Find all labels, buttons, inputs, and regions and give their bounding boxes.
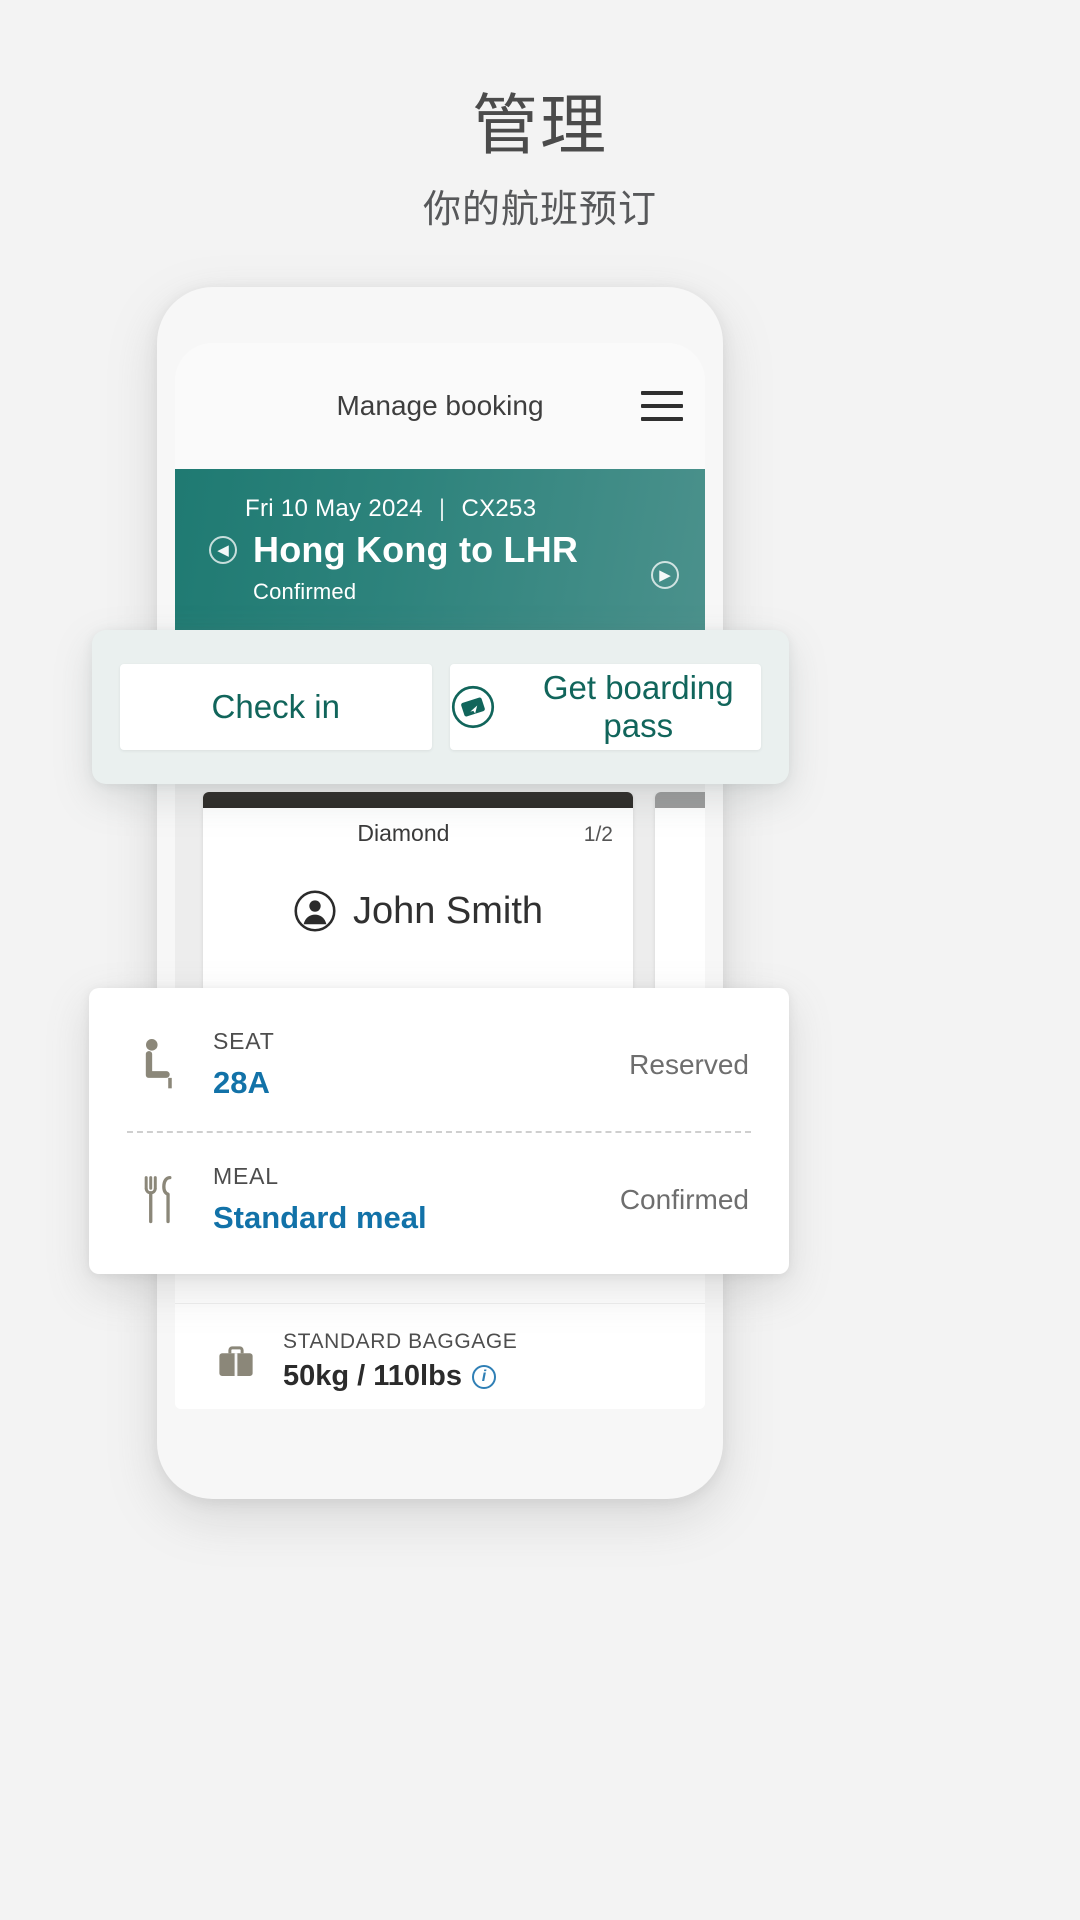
passenger-name: John Smith bbox=[352, 889, 544, 932]
flight-date: Fri 10 May 2024 bbox=[245, 495, 423, 522]
flight-status: Confirmed bbox=[253, 579, 357, 604]
flight-banner[interactable]: Fri 10 May 2024 | CX253 ◀ Hong Kong to L… bbox=[175, 469, 705, 635]
phone-mockup: Manage booking Fri 10 May 2024 | CX253 ◀… bbox=[157, 287, 723, 1499]
meal-cutlery-icon bbox=[144, 1175, 172, 1223]
check-in-label: Check in bbox=[211, 688, 340, 725]
passenger-card[interactable]: Diamond 1/2 John Smith bbox=[203, 792, 633, 993]
hamburger-menu-icon[interactable] bbox=[641, 391, 683, 421]
get-boarding-pass-label: Get boarding pass bbox=[542, 669, 734, 744]
check-in-button[interactable]: Check in bbox=[120, 664, 432, 750]
baggage-row[interactable]: STANDARD BAGGAGE 50kg / 110lbs i bbox=[175, 1303, 705, 1409]
passenger-card-next-peek[interactable] bbox=[655, 792, 705, 993]
baggage-text: STANDARD BAGGAGE 50kg / 110lbs i bbox=[283, 1330, 517, 1393]
app-header: Manage booking bbox=[175, 343, 705, 469]
info-circle-icon[interactable]: i bbox=[471, 1364, 496, 1389]
passenger-card-peek-topbar bbox=[655, 792, 705, 808]
flight-route: Hong Kong to LHR bbox=[253, 529, 579, 570]
passenger-card-count: 1/2 bbox=[583, 823, 613, 846]
get-boarding-pass-button[interactable]: Get boarding pass bbox=[449, 664, 761, 750]
seat-row[interactable]: SEAT 28A Reserved bbox=[89, 998, 789, 1131]
passenger-card-strip[interactable]: Diamond 1/2 John Smith bbox=[175, 792, 705, 1003]
passenger-name-row: John Smith bbox=[203, 847, 633, 993]
meal-texts: MEAL Standard meal bbox=[213, 1163, 620, 1236]
boarding-pass-tag-icon bbox=[451, 685, 494, 729]
next-flight-button[interactable]: ▶ bbox=[651, 561, 679, 589]
seat-label: SEAT bbox=[213, 1028, 275, 1054]
baggage-value: 50kg / 110lbs bbox=[283, 1360, 462, 1392]
meal-icon-wrap bbox=[129, 1171, 191, 1229]
seat-texts: SEAT 28A bbox=[213, 1028, 629, 1101]
user-avatar-icon bbox=[294, 890, 336, 932]
page-subtitle: 你的航班预订 bbox=[422, 188, 657, 231]
seat-state: Reserved bbox=[629, 1048, 749, 1080]
seat-icon-wrap bbox=[129, 1037, 191, 1093]
seat-icon bbox=[145, 1038, 172, 1088]
suitcase-icon bbox=[219, 1345, 253, 1376]
passenger-detail-card: SEAT 28A Reserved MEAL Standard meal Con… bbox=[89, 988, 789, 1274]
meal-value: Standard meal bbox=[213, 1200, 427, 1235]
baggage-label: STANDARD BAGGAGE bbox=[283, 1330, 518, 1353]
page-heading-block: 管理 你的航班预订 bbox=[0, 0, 1080, 233]
passenger-tier-row: Diamond 1/2 bbox=[203, 808, 633, 847]
meal-state: Confirmed bbox=[619, 1183, 749, 1215]
passenger-card-topbar bbox=[203, 792, 633, 808]
passenger-tier: Diamond bbox=[357, 820, 450, 846]
baggage-value-row: 50kg / 110lbs i bbox=[283, 1360, 517, 1393]
page-title: 管理 bbox=[472, 88, 608, 162]
flight-number: CX253 bbox=[461, 495, 537, 522]
meal-label: MEAL bbox=[213, 1163, 279, 1189]
flight-route-row: ◀ Hong Kong to LHR bbox=[209, 529, 671, 571]
meal-row[interactable]: MEAL Standard meal Confirmed bbox=[89, 1133, 789, 1266]
seat-value: 28A bbox=[213, 1065, 270, 1100]
flight-meta-separator: | bbox=[438, 495, 446, 522]
app-header-title: Manage booking bbox=[336, 390, 544, 421]
flight-meta: Fri 10 May 2024 | CX253 bbox=[245, 495, 671, 523]
checkin-actions-card: Check in Get boarding pass bbox=[92, 630, 789, 784]
chevron-left-circle-icon[interactable]: ◀ bbox=[209, 536, 237, 564]
chevron-right-circle-icon[interactable]: ▶ bbox=[651, 561, 679, 589]
